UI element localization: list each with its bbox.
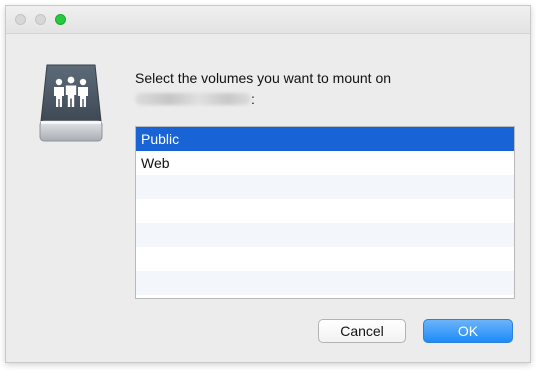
redacted-server-name xyxy=(135,92,251,105)
empty-row xyxy=(136,295,514,298)
volume-label: Web xyxy=(141,155,170,171)
minimize-window-button[interactable] xyxy=(35,14,46,25)
mount-volumes-dialog: Select the volumes you want to mount on … xyxy=(5,5,531,363)
mount-prompt: Select the volumes you want to mount on … xyxy=(135,68,515,110)
prompt-text: Select the volumes you want to mount on xyxy=(135,70,392,86)
close-window-button[interactable] xyxy=(15,14,26,25)
prompt-colon: : xyxy=(251,91,255,107)
volume-label: Public xyxy=(141,131,180,147)
empty-row xyxy=(136,199,514,223)
empty-row xyxy=(136,247,514,271)
empty-row xyxy=(136,175,514,199)
zoom-window-button[interactable] xyxy=(55,14,66,25)
shared-server-icon xyxy=(39,64,103,142)
empty-row xyxy=(136,271,514,295)
title-bar xyxy=(6,6,530,34)
volume-item-public[interactable]: Public xyxy=(136,127,514,151)
volume-item-web[interactable]: Web xyxy=(136,151,514,175)
cancel-button[interactable]: Cancel xyxy=(318,319,406,343)
volume-list[interactable]: Public Web xyxy=(135,126,515,299)
empty-row xyxy=(136,223,514,247)
ok-button[interactable]: OK xyxy=(423,319,513,343)
